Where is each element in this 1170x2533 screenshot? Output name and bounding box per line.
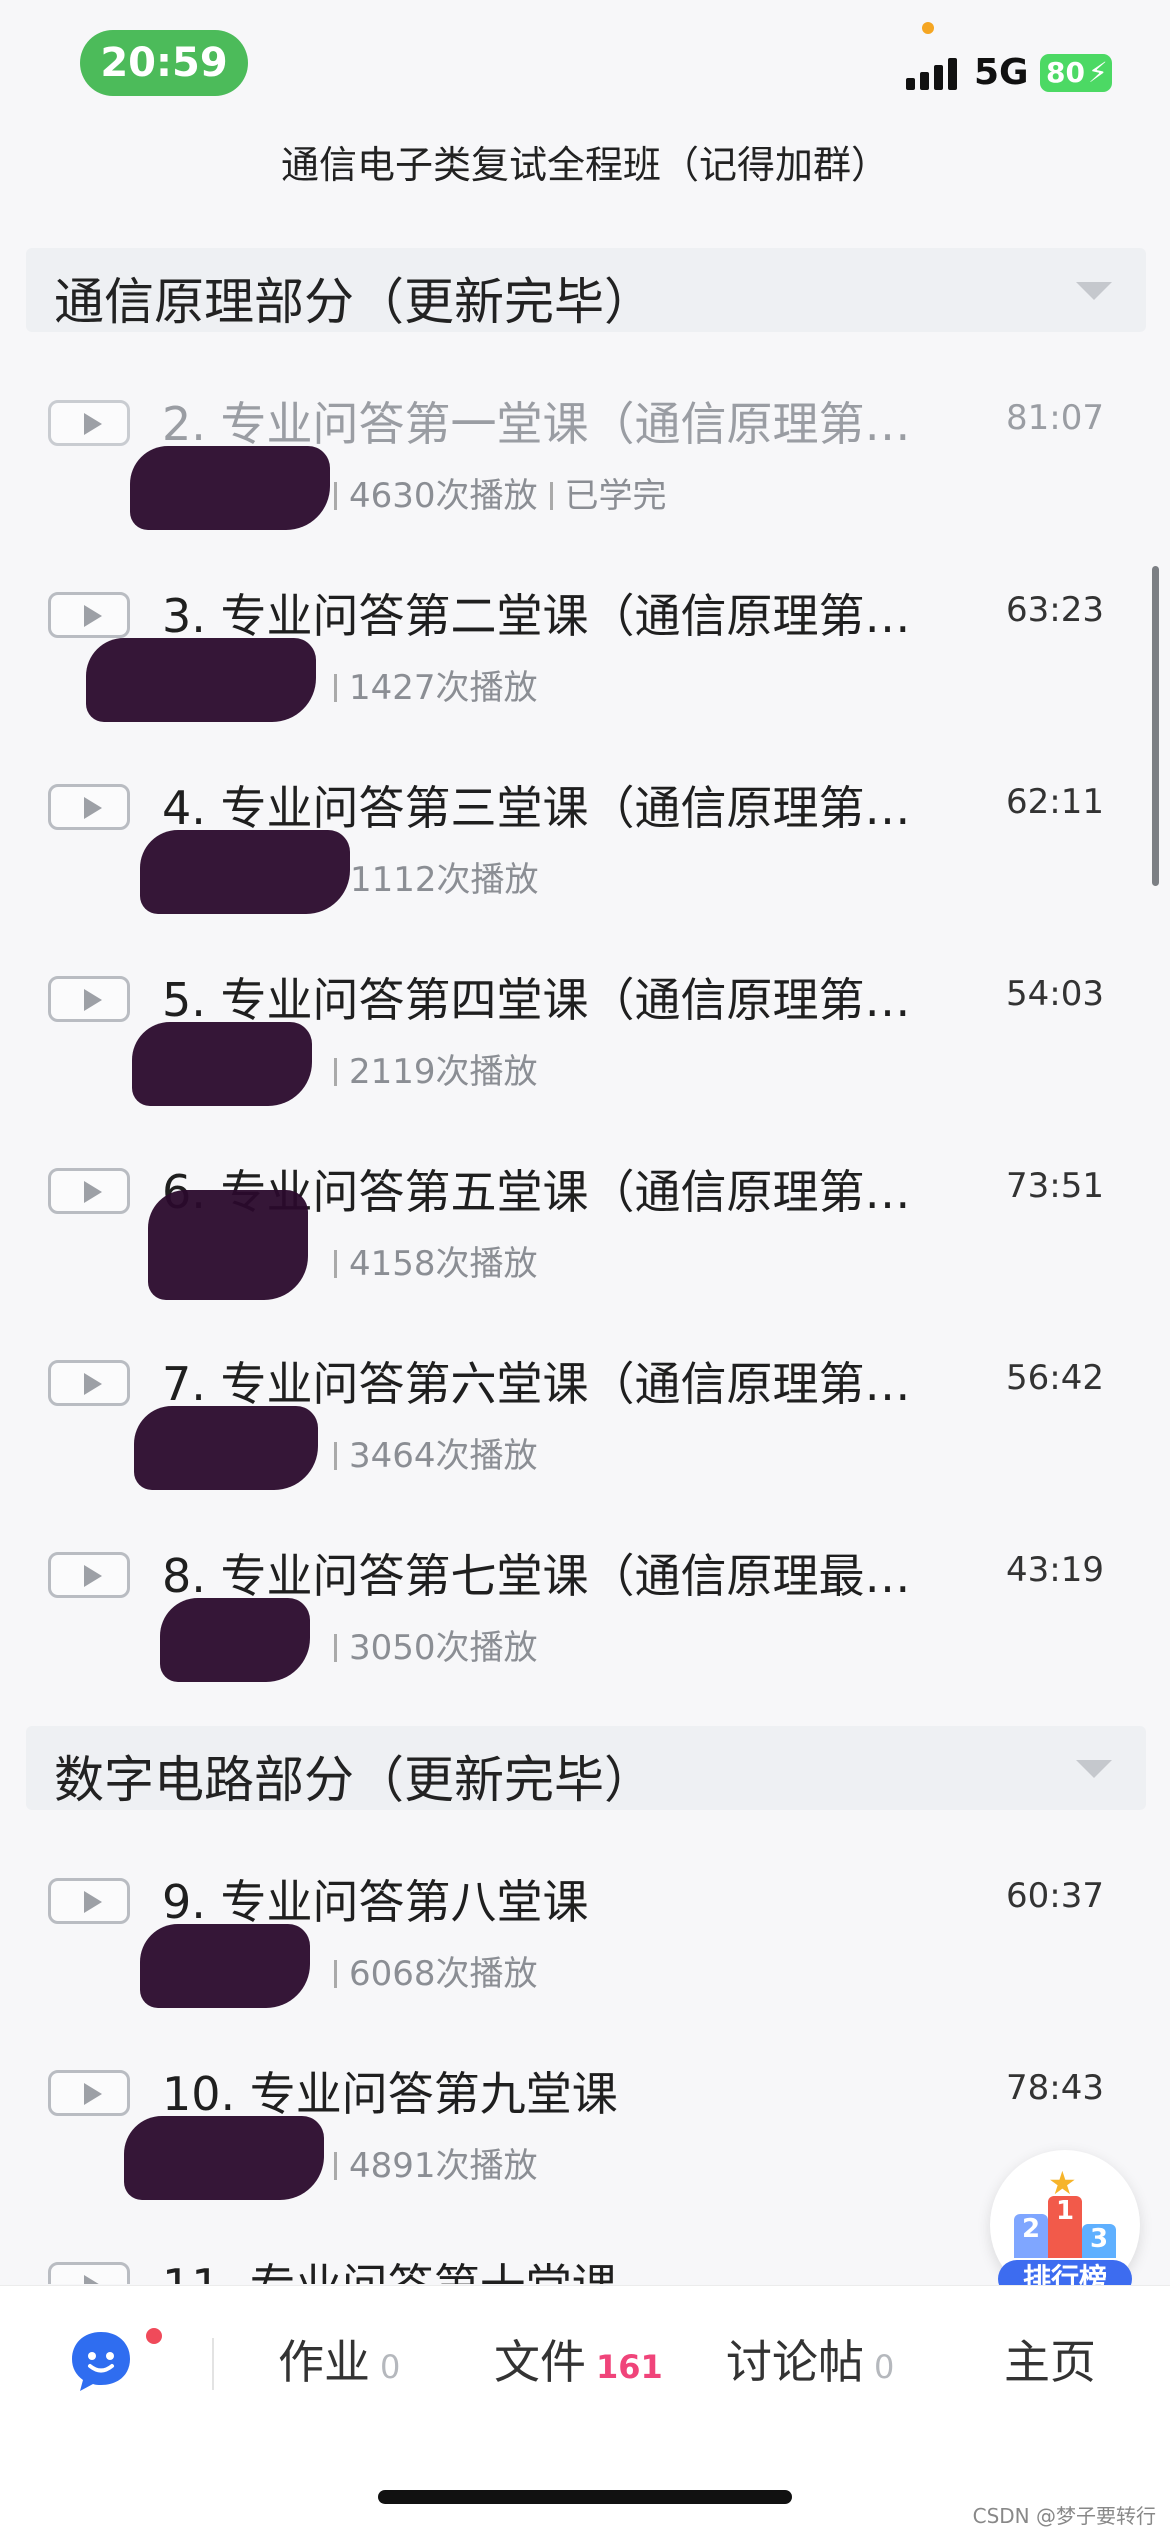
privacy-indicator-dot xyxy=(922,22,934,34)
tab-label: 讨论帖 xyxy=(726,2335,864,2389)
play-icon[interactable] xyxy=(48,1168,130,1214)
course-title: 7. 专业问答第六堂课（通信原理第… xyxy=(162,1357,911,1411)
tab-home[interactable]: 主页 xyxy=(1004,2326,1096,2392)
play-icon[interactable] xyxy=(48,2070,130,2116)
redaction-mark xyxy=(140,1924,310,2008)
play-count: 4158次播放 xyxy=(349,1244,538,1284)
play-icon[interactable] xyxy=(48,1878,130,1924)
tab-files[interactable]: 文件 161 xyxy=(494,2326,663,2392)
play-icon[interactable] xyxy=(48,592,130,638)
network-type: 5G xyxy=(974,52,1029,93)
course-meta: 1427次播放 xyxy=(322,660,538,709)
course-meta: 4630次播放 已学完 xyxy=(322,468,667,517)
tab-count: 0 xyxy=(380,2348,401,2386)
course-item[interactable]: 4. 专业问答第三堂课（通信原理第… 62:11 1112次播放 xyxy=(0,776,1170,966)
course-title: 8. 专业问答第七堂课（通信原理最… xyxy=(162,1549,911,1603)
page-title: 通信电子类复试全程班（记得加群） xyxy=(280,143,889,187)
redaction-mark xyxy=(124,2116,324,2200)
course-item[interactable]: 9. 专业问答第八堂课 60:37 6068次播放 xyxy=(0,1870,1170,2060)
redaction-mark xyxy=(132,1022,312,1106)
course-title: 10. 专业问答第九堂课 xyxy=(162,2067,618,2121)
course-item[interactable]: 8. 专业问答第七堂课（通信原理最… 43:19 3050次播放 xyxy=(0,1544,1170,1734)
course-meta: 6068次播放 xyxy=(322,1946,538,1995)
play-count: 6068次播放 xyxy=(349,1954,538,1994)
course-meta: 3050次播放 xyxy=(322,1620,538,1669)
course-title: 11. 专业问答第十堂课 xyxy=(162,2254,952,2284)
redaction-mark xyxy=(148,1190,308,1300)
play-count: 3464次播放 xyxy=(349,1436,538,1476)
learned-status: 已学完 xyxy=(564,476,667,516)
course-meta: 2119次播放 xyxy=(322,1044,538,1093)
charging-bolt-icon: ⚡ xyxy=(1088,56,1108,89)
course-duration: 62:11 xyxy=(1006,782,1104,822)
chat-bubble-icon[interactable] xyxy=(68,2328,134,2394)
play-icon[interactable] xyxy=(48,1552,130,1598)
redaction-mark xyxy=(140,830,350,914)
course-item[interactable]: 7. 专业问答第六堂课（通信原理第… 56:42 3464次播放 xyxy=(0,1352,1170,1542)
course-title: 2. 专业问答第一堂课（通信原理第… xyxy=(162,397,911,451)
play-icon[interactable] xyxy=(48,784,130,830)
course-item[interactable]: 6. 专业问答第五堂课（通信原理第… 73:51 4158次播放 xyxy=(0,1160,1170,1350)
course-title: 3. 专业问答第二堂课（通信原理第… xyxy=(162,589,911,643)
course-meta: 4158次播放 xyxy=(322,1236,538,1285)
watermark: CSDN @梦子要转行 xyxy=(972,2504,1156,2528)
course-meta: 4891次播放 xyxy=(322,2138,538,2187)
course-title: 5. 专业问答第四堂课（通信原理第… xyxy=(162,973,911,1027)
play-count: 1427次播放 xyxy=(349,668,538,708)
tab-count: 161 xyxy=(596,2348,663,2386)
tab-label: 文件 xyxy=(494,2335,586,2389)
tab-label: 作业 xyxy=(278,2335,370,2389)
play-icon[interactable] xyxy=(48,400,130,446)
play-count: 1112次播放 xyxy=(350,860,539,900)
battery-level: 80 xyxy=(1046,56,1085,89)
course-duration: 60:37 xyxy=(1006,1876,1104,1916)
play-count: 4630次播放 xyxy=(349,476,538,516)
divider xyxy=(212,2338,214,2390)
section-header-digital-circuit[interactable]: 数字电路部分（更新完毕） xyxy=(26,1726,1146,1810)
redaction-mark xyxy=(86,638,316,722)
section-title: 通信原理部分（更新完毕） xyxy=(54,273,654,331)
redaction-mark xyxy=(160,1598,310,1682)
course-duration: 63:23 xyxy=(1006,590,1104,630)
status-time: 20:59 xyxy=(80,30,248,96)
home-indicator[interactable] xyxy=(378,2490,792,2504)
scrollbar[interactable] xyxy=(1152,566,1159,886)
course-item[interactable]: 3. 专业问答第二堂课（通信原理第… 63:23 1427次播放 xyxy=(0,584,1170,774)
course-duration: 56:42 xyxy=(1006,1358,1104,1398)
course-duration: 43:19 xyxy=(1006,1550,1104,1590)
course-duration: 54:03 xyxy=(1006,974,1104,1014)
course-duration: 73:51 xyxy=(1006,1166,1104,1206)
course-title: 4. 专业问答第三堂课（通信原理第… xyxy=(162,781,911,835)
course-duration: 81:07 xyxy=(1006,398,1104,438)
course-meta: 3464次播放 xyxy=(322,1428,538,1477)
section-header-communication[interactable]: 通信原理部分（更新完毕） xyxy=(26,248,1146,332)
tab-count: 0 xyxy=(874,2348,895,2386)
play-count: 3050次播放 xyxy=(349,1628,538,1668)
chevron-down-icon[interactable] xyxy=(1076,1760,1112,1778)
course-meta: 1112次播放 xyxy=(350,852,539,901)
status-bar: 20:59 5G 80 ⚡ xyxy=(0,0,1170,120)
podium-icon: 2 1 3 xyxy=(1010,2188,1120,2258)
play-count: 4891次播放 xyxy=(349,2146,538,2186)
ranking-button[interactable]: ★ 2 1 3 排行榜 xyxy=(990,2150,1140,2300)
notification-dot xyxy=(146,2328,162,2344)
course-item[interactable]: 5. 专业问答第四堂课（通信原理第… 54:03 2119次播放 xyxy=(0,968,1170,1158)
tab-label: 主页 xyxy=(1004,2335,1096,2389)
course-item[interactable]: 11. 专业问答第十堂课 xyxy=(0,2254,1170,2284)
course-item[interactable]: 2. 专业问答第一堂课（通信原理第… 81:07 4630次播放 已学完 xyxy=(0,392,1170,582)
redaction-mark xyxy=(134,1406,318,1490)
play-icon[interactable] xyxy=(48,1360,130,1406)
redaction-mark xyxy=(130,446,330,530)
tab-discussion[interactable]: 讨论帖 0 xyxy=(726,2326,894,2392)
play-icon[interactable] xyxy=(48,2262,130,2284)
course-duration: 78:43 xyxy=(1006,2068,1104,2108)
course-title: 9. 专业问答第八堂课 xyxy=(162,1875,589,1929)
tab-homework[interactable]: 作业 0 xyxy=(278,2326,400,2392)
signal-strength-icon xyxy=(906,56,962,90)
play-count: 2119次播放 xyxy=(349,1052,538,1092)
play-icon[interactable] xyxy=(48,976,130,1022)
chevron-down-icon[interactable] xyxy=(1076,282,1112,300)
section-title: 数字电路部分（更新完毕） xyxy=(54,1751,654,1809)
